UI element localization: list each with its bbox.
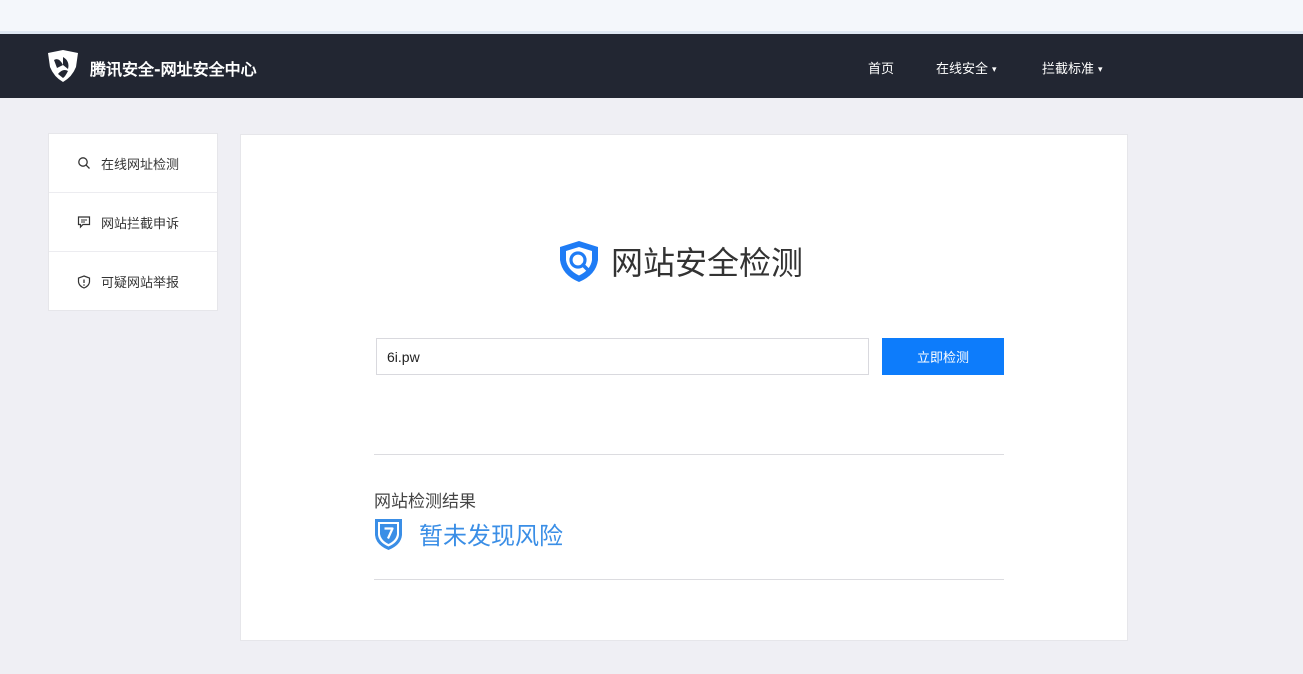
nav-home-label: 首页 [868, 62, 895, 77]
top-navbar: 腾讯安全-网址安全中心 首页 在线安全 ▾ 拦截标准 ▾ [0, 34, 1303, 98]
chevron-down-icon: ▾ [1098, 65, 1103, 75]
nav-block-standards[interactable]: 拦截标准 ▾ [1042, 58, 1103, 77]
chevron-down-icon: ▾ [992, 65, 997, 75]
brand-title[interactable]: 腾讯安全-网址安全中心 [90, 56, 257, 80]
shield-search-icon [560, 241, 598, 282]
search-icon [78, 157, 90, 169]
divider [374, 454, 1004, 455]
sidebar-item-label: 在线网址检测 [101, 157, 180, 173]
chat-icon [77, 216, 91, 229]
sidebar-item-report[interactable]: 可疑网站举报 [49, 252, 217, 311]
result-row: 暂未发现风险 [374, 516, 563, 551]
result-heading: 网站检测结果 [374, 492, 476, 512]
shield-safe-icon [375, 518, 402, 550]
nav-block-standards-label: 拦截标准 [1042, 62, 1095, 77]
result-status: 暂未发现风险 [419, 522, 563, 550]
detection-panel: 网站安全检测 立即检测 网站检测结果 暂未发现风险 [240, 134, 1128, 641]
nav-online-security-label: 在线安全 [936, 62, 989, 77]
url-input[interactable] [376, 338, 869, 375]
title-row: 网站安全检测 [556, 238, 803, 284]
nav-home[interactable]: 首页 [868, 58, 894, 77]
sidebar: 在线网址检测 网站拦截申诉 可疑网站举报 [48, 133, 218, 311]
sidebar-item-appeal[interactable]: 网站拦截申诉 [49, 193, 217, 252]
divider [374, 579, 1004, 580]
nav-online-security[interactable]: 在线安全 ▾ [936, 58, 997, 77]
sidebar-item-label: 网站拦截申诉 [101, 216, 180, 232]
tencent-security-logo [48, 50, 78, 82]
page-title: 网站安全检测 [611, 244, 804, 282]
sidebar-item-label: 可疑网站举报 [101, 276, 180, 291]
shield-alert-icon [77, 274, 91, 289]
browser-top-strip [0, 0, 1303, 34]
sidebar-item-url-check[interactable]: 在线网址检测 [49, 134, 217, 193]
check-now-button[interactable]: 立即检测 [882, 338, 1004, 375]
